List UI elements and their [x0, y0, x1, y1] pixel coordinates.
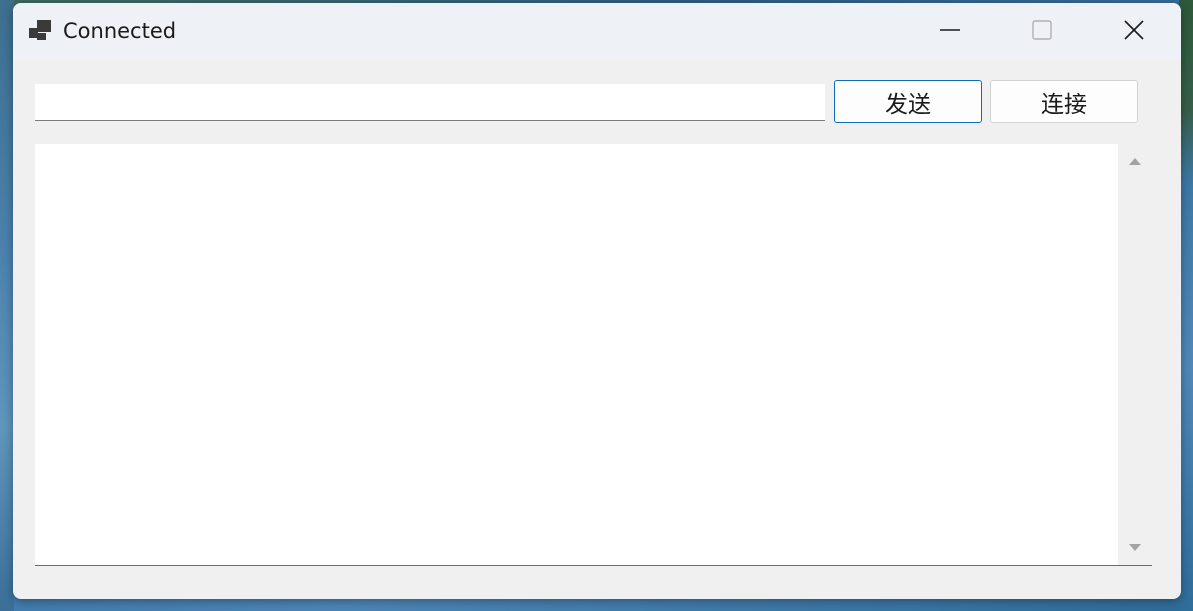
scroll-up-arrow-icon[interactable] [1129, 158, 1141, 165]
message-log[interactable] [35, 144, 1152, 566]
minimize-icon [939, 19, 961, 45]
scroll-down-arrow-icon[interactable] [1129, 544, 1141, 551]
desktop-wallpaper-right [1179, 0, 1193, 611]
app-window-icon [29, 20, 53, 42]
minimize-button[interactable] [904, 3, 996, 60]
app-window: Connected 发送 连接 [13, 3, 1181, 599]
send-button[interactable]: 发送 [834, 80, 982, 123]
desktop-wallpaper-left [0, 0, 14, 611]
maximize-icon [1031, 19, 1053, 45]
window-title: Connected [63, 19, 177, 43]
log-scrollbar[interactable] [1118, 144, 1152, 565]
maximize-button[interactable] [996, 3, 1088, 60]
close-icon [1123, 19, 1145, 45]
send-button-label: 发送 [885, 91, 931, 118]
close-button[interactable] [1088, 3, 1180, 60]
connect-button-label: 连接 [1041, 91, 1087, 118]
connect-button[interactable]: 连接 [990, 80, 1138, 123]
title-bar[interactable]: Connected [13, 3, 1181, 60]
message-input[interactable] [35, 84, 825, 121]
